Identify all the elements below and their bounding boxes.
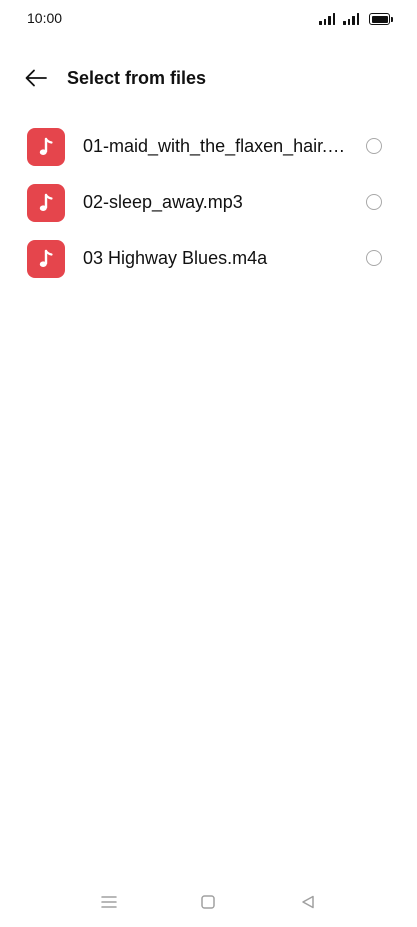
list-item[interactable]: 01-maid_with_the_flaxen_hair.mp3	[0, 119, 417, 175]
file-name: 03 Highway Blues.m4a	[83, 248, 268, 268]
file-name: 02-sleep_away.mp3	[83, 192, 243, 212]
select-radio[interactable]	[366, 194, 382, 210]
file-name: 01-maid_with_the_flaxen_hair.mp3	[83, 136, 359, 156]
screen: 10:00 Select from files 01-maid_with_the…	[0, 0, 417, 927]
back-button[interactable]	[16, 60, 56, 96]
menu-icon	[101, 896, 117, 908]
signal-icon-2	[343, 13, 359, 25]
signal-icon	[319, 13, 335, 25]
music-note-icon	[39, 193, 53, 211]
battery-icon	[369, 13, 393, 25]
page-title: Select from files	[67, 68, 207, 88]
music-note-icon	[39, 137, 53, 155]
list-item[interactable]: 02-sleep_away.mp3	[0, 175, 417, 231]
back-triangle-icon	[302, 895, 314, 909]
status-icons	[319, 11, 393, 25]
select-radio[interactable]	[366, 138, 382, 154]
header: Select from files	[0, 54, 417, 102]
status-bar: 10:00	[0, 0, 417, 36]
navigation-bar	[0, 884, 417, 920]
home-button[interactable]	[196, 890, 220, 914]
music-file-icon	[27, 184, 65, 222]
music-note-icon	[39, 249, 53, 267]
status-time: 10:00	[27, 10, 63, 26]
home-icon	[201, 895, 215, 909]
list-item[interactable]: 03 Highway Blues.m4a	[0, 231, 417, 287]
file-list: 01-maid_with_the_flaxen_hair.mp3 02-slee…	[0, 119, 417, 287]
recent-apps-button[interactable]	[97, 890, 121, 914]
back-arrow-icon	[25, 69, 47, 87]
back-nav-button[interactable]	[296, 890, 320, 914]
select-radio[interactable]	[366, 250, 382, 266]
music-file-icon	[27, 240, 65, 278]
music-file-icon	[27, 128, 65, 166]
